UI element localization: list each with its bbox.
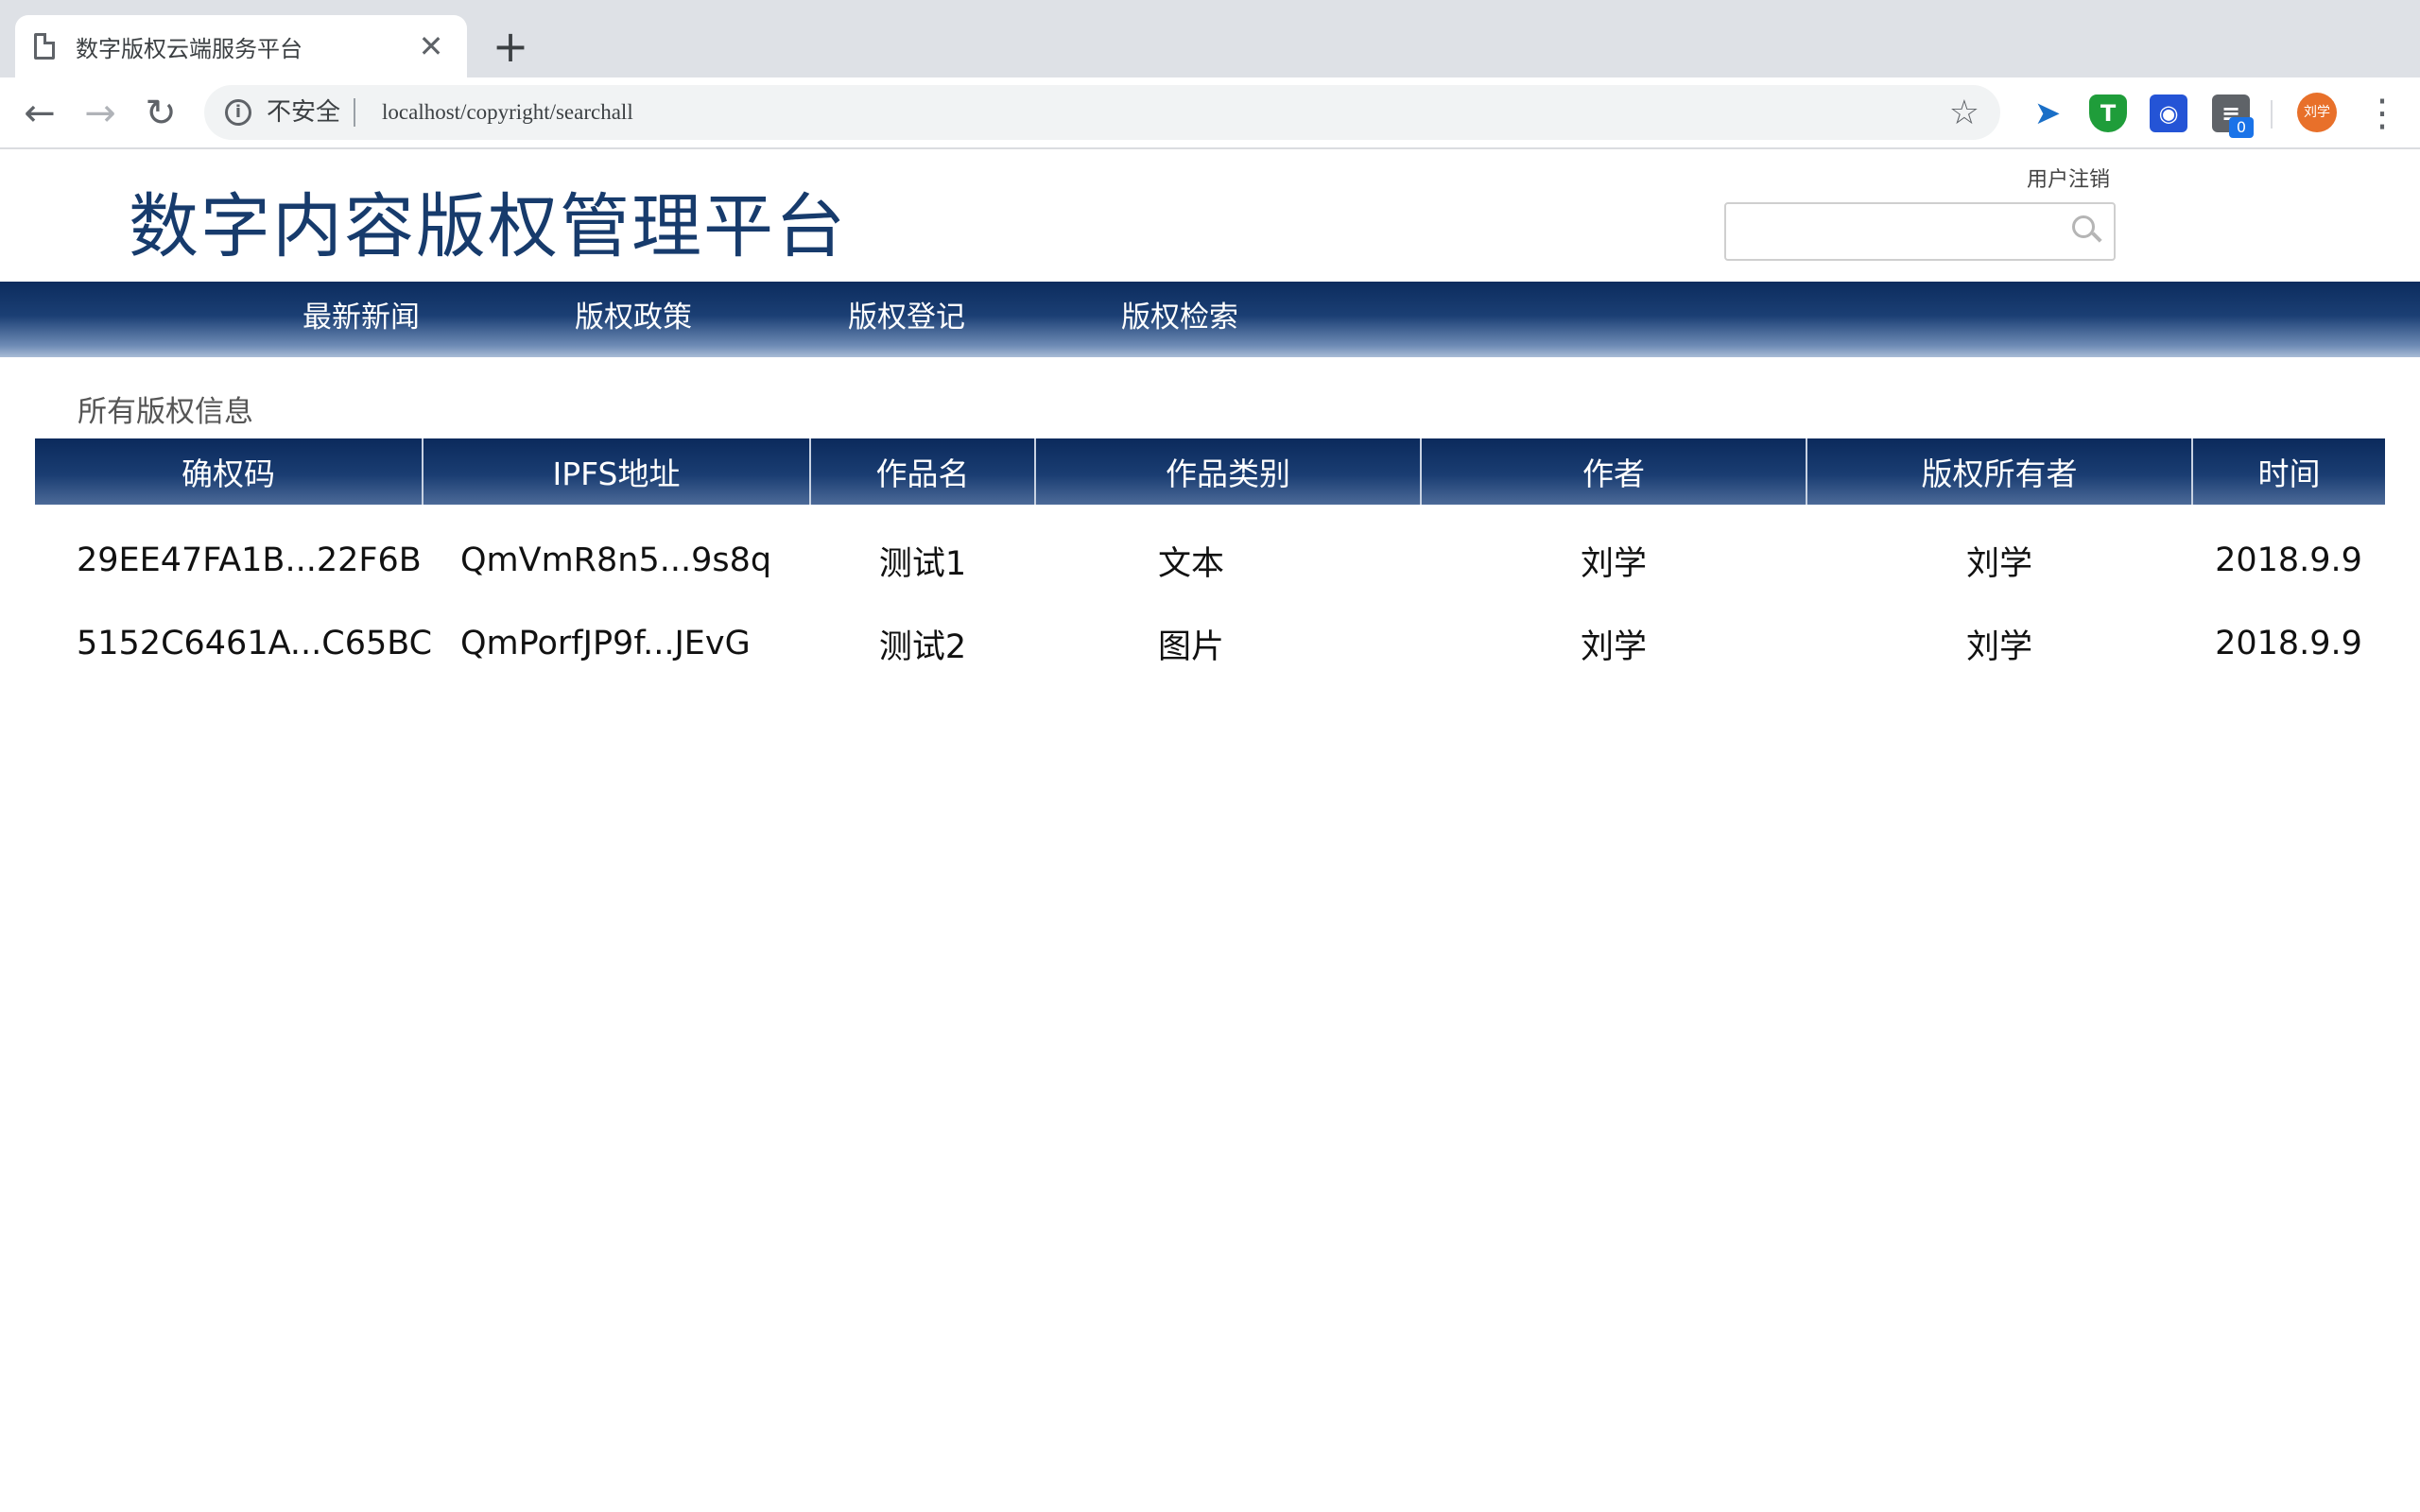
- nav-item-news[interactable]: 最新新闻: [302, 282, 420, 357]
- column-header-ipfs: IPFS地址: [423, 438, 811, 505]
- main-nav: 最新新闻 版权政策 版权登记 版权检索: [0, 282, 2420, 357]
- browser-tabstrip: 数字版权云端服务平台 ✕ +: [0, 0, 2420, 77]
- back-icon[interactable]: ←: [13, 87, 66, 140]
- cell-work-name: 测试1: [878, 544, 967, 583]
- column-header-owner: 版权所有者: [1806, 438, 2193, 505]
- table-row[interactable]: 29EE47FA1B...22F6B QmVmR8n5...9s8q 测试1 文…: [35, 505, 2385, 597]
- column-header-time: 时间: [2192, 438, 2385, 505]
- logout-link[interactable]: 用户注销: [2027, 163, 2110, 193]
- toolbar-divider: [2271, 100, 2273, 129]
- column-header-category: 作品类别: [1035, 438, 1422, 505]
- browser-toolbar: ← → ↻ i 不安全 localhost/copyright/searchal…: [0, 77, 2420, 149]
- column-header-author: 作者: [1421, 438, 1807, 505]
- cell-confirm-code: 5152C6461A...C65BC: [77, 625, 433, 662]
- cell-author: 刘学: [1580, 627, 1647, 666]
- column-header-confirm-code: 确权码: [35, 438, 424, 505]
- paw-extension-icon[interactable]: ◉: [2150, 94, 2187, 132]
- close-icon[interactable]: ✕: [414, 28, 448, 64]
- cell-ipfs: QmPorfJP9f...JEvG: [460, 625, 751, 662]
- column-header-work-name: 作品名: [810, 438, 1036, 505]
- site-title: 数字内容版权管理平台: [129, 186, 847, 267]
- security-label[interactable]: 不安全: [267, 98, 356, 127]
- info-icon[interactable]: i: [225, 99, 251, 126]
- star-icon[interactable]: ☆: [1949, 94, 1979, 132]
- address-bar[interactable]: i 不安全 localhost/copyright/searchall ☆: [204, 85, 2000, 140]
- url-text[interactable]: localhost/copyright/searchall: [382, 100, 1949, 125]
- cell-owner: 刘学: [1965, 627, 2032, 666]
- extension-badge: 0: [2229, 117, 2254, 138]
- forward-icon[interactable]: →: [74, 87, 127, 140]
- menu-icon[interactable]: ⋮: [2363, 87, 2401, 140]
- copyright-table: 确权码 IPFS地址 作品名 作品类别 作者 版权所有者 时间 29EE47FA…: [35, 438, 2385, 690]
- avatar[interactable]: 刘学: [2297, 93, 2337, 132]
- bird-extension-icon[interactable]: ➤: [2029, 94, 2066, 132]
- table-header-row: 确权码 IPFS地址 作品名 作品类别 作者 版权所有者 时间: [35, 438, 2385, 505]
- cell-work-name: 测试2: [878, 627, 967, 666]
- cell-confirm-code: 29EE47FA1B...22F6B: [77, 541, 422, 579]
- cell-time: 2018.9.9: [2215, 625, 2362, 662]
- cell-ipfs: QmVmR8n5...9s8q: [460, 541, 772, 579]
- cell-time: 2018.9.9: [2215, 541, 2362, 579]
- shield-extension-icon[interactable]: T: [2089, 94, 2127, 132]
- nav-item-register[interactable]: 版权登记: [848, 282, 965, 357]
- new-tab-button[interactable]: +: [490, 21, 531, 72]
- search-input[interactable]: [1726, 204, 2048, 257]
- nav-item-policy[interactable]: 版权政策: [575, 282, 692, 357]
- cell-category: 文本: [1158, 544, 1225, 583]
- cell-owner: 刘学: [1965, 544, 2032, 583]
- reload-icon[interactable]: ↻: [134, 87, 187, 140]
- search-box: [1724, 202, 2116, 261]
- section-title: 所有版权信息: [78, 395, 253, 429]
- browser-tab[interactable]: 数字版权云端服务平台 ✕: [15, 15, 467, 77]
- cell-author: 刘学: [1580, 544, 1647, 583]
- cell-category: 图片: [1158, 627, 1225, 666]
- page-icon: [34, 33, 55, 60]
- table-row[interactable]: 5152C6461A...C65BC QmPorfJP9f...JEvG 测试2…: [35, 597, 2385, 690]
- tab-title: 数字版权云端服务平台: [76, 35, 302, 62]
- nav-item-search[interactable]: 版权检索: [1121, 282, 1238, 357]
- search-icon[interactable]: [2072, 215, 2102, 248]
